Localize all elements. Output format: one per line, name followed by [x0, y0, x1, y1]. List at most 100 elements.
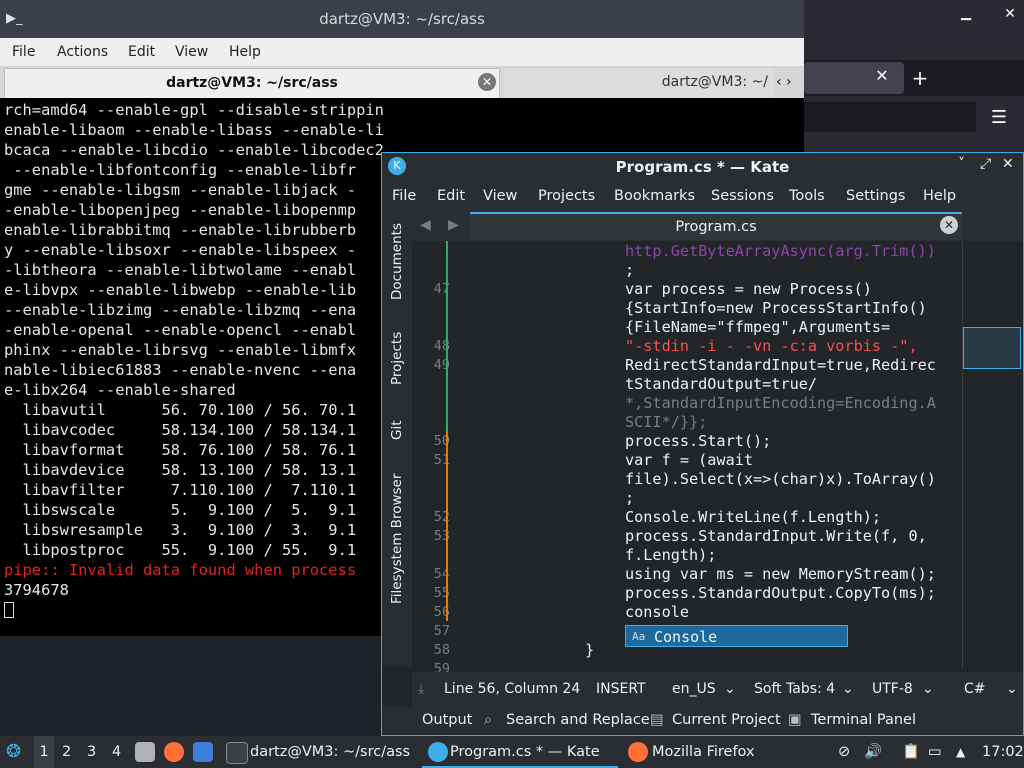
- autocomplete-item[interactable]: Console: [654, 626, 717, 648]
- terminal-line: enable-libaom --enable-libass --enable-l…: [4, 121, 384, 139]
- firefox-urlbar[interactable]: [804, 102, 976, 132]
- download-icon[interactable]: ⤓: [418, 672, 424, 706]
- menu-view[interactable]: View: [175, 38, 208, 66]
- close-tab-icon[interactable]: ✕: [940, 216, 958, 234]
- volume-icon[interactable]: 🔊: [864, 736, 882, 768]
- desktop-1[interactable]: 1: [34, 736, 54, 768]
- encoding-selector[interactable]: UTF-8: [872, 672, 913, 706]
- terminal-tab-1[interactable]: dartz@VM3: ~/src/ass: [4, 68, 500, 98]
- search-icon: ⌕: [484, 712, 493, 728]
- line-number: 54: [433, 566, 450, 582]
- desktop-3[interactable]: 3: [87, 736, 96, 768]
- tab-scroll-arrows-icon[interactable]: ‹ ›: [776, 70, 802, 94]
- menu-help[interactable]: Help: [923, 181, 956, 211]
- menu-file[interactable]: File: [392, 181, 416, 211]
- git-added-marker: [446, 241, 448, 431]
- terminal-line: libavdevice 58. 13.100 / 58. 13.1: [4, 461, 357, 479]
- terminal-output[interactable]: rch=amd64 --enable-gpl --disable-strippi…: [4, 100, 384, 630]
- menu-bookmarks[interactable]: Bookmarks: [614, 181, 695, 211]
- menu-projects[interactable]: Projects: [538, 181, 595, 211]
- clock[interactable]: 17:02: [982, 736, 1024, 768]
- sidebar-tab-git[interactable]: Git: [382, 415, 412, 445]
- close-icon[interactable]: ✕: [1002, 156, 1014, 172]
- chevron-down-icon[interactable]: ⌄: [842, 672, 854, 706]
- menu-tools[interactable]: Tools: [789, 181, 825, 211]
- syntax-selector[interactable]: C#: [964, 672, 986, 706]
- code-line: using var ms = new MemoryStream();: [625, 565, 936, 583]
- code-line-current[interactable]: console: [625, 603, 960, 622]
- dictionary-selector[interactable]: en_US: [672, 672, 716, 706]
- toolview-search-replace[interactable]: Search and Replace: [506, 706, 650, 734]
- chevron-down-icon[interactable]: ⌄: [1006, 672, 1018, 706]
- close-tab-icon[interactable]: ✕: [872, 66, 892, 86]
- menu-edit[interactable]: Edit: [437, 181, 465, 211]
- desktop-4[interactable]: 4: [112, 736, 121, 768]
- kate-tab-program-cs[interactable]: Program.cs: [470, 212, 962, 240]
- git-modified-marker: [446, 431, 448, 621]
- autocomplete-popup[interactable]: Aa Console: [625, 625, 848, 647]
- terminal-icon: ▶_: [6, 11, 23, 26]
- sidebar-tab-documents[interactable]: Documents: [382, 217, 412, 307]
- indentation-selector[interactable]: Soft Tabs: 4: [754, 672, 835, 706]
- hamburger-menu-icon[interactable]: ☰: [988, 108, 1010, 128]
- line-number: 52: [433, 509, 450, 525]
- cursor-position[interactable]: Line 56, Column 24: [444, 672, 580, 706]
- line-number: 55: [433, 585, 450, 601]
- show-desktop-icon[interactable]: [193, 742, 213, 762]
- arrow-right-icon[interactable]: ▶: [448, 217, 459, 233]
- task-terminal[interactable]: dartz@VM3: ~/src/ass: [250, 736, 410, 768]
- network-icon[interactable]: ▭: [928, 736, 942, 768]
- menu-view[interactable]: View: [483, 181, 517, 211]
- toolview-terminal-panel[interactable]: Terminal Panel: [811, 706, 916, 734]
- close-tab-icon[interactable]: ✕: [478, 73, 496, 91]
- code-line: process.StandardOutput.CopyTo(ms);: [625, 584, 936, 602]
- terminal-tab-2[interactable]: dartz@VM3: ~/: [504, 68, 774, 98]
- kate-toolview-bar: Output ⌕ Search and Replace ▤ Current Pr…: [382, 706, 1023, 734]
- chevron-down-icon[interactable]: ⌄: [724, 672, 736, 706]
- clipboard-icon[interactable]: 📋: [902, 736, 920, 768]
- terminal-cursor: [4, 602, 14, 618]
- terminal-error-line: pipe:: Invalid data found when process: [4, 561, 357, 579]
- kate-statusbar: ⤓ Line 56, Column 24 INSERT en_US ⌄ Soft…: [412, 672, 1023, 706]
- arrow-left-icon[interactable]: ◀: [420, 217, 431, 233]
- app-launcher-icon[interactable]: ❂: [6, 736, 21, 768]
- task-firefox[interactable]: Mozilla Firefox: [652, 736, 755, 768]
- line-number: 53: [433, 528, 450, 544]
- terminal-line: e-libvpx --enable-libwebp --enable-lib: [4, 281, 357, 299]
- minimize-icon[interactable]: ▁: [956, 6, 976, 26]
- close-icon[interactable]: ✕: [1000, 6, 1020, 26]
- minimap-viewport[interactable]: [963, 327, 1021, 369]
- menu-edit[interactable]: Edit: [128, 38, 155, 66]
- file-manager-icon[interactable]: [135, 742, 155, 762]
- sidebar-tab-filesystem[interactable]: Filesystem Browser: [382, 469, 412, 609]
- terminal-menubar: File Actions Edit View Help: [0, 38, 804, 66]
- firefox-icon[interactable]: [164, 742, 184, 762]
- input-mode[interactable]: INSERT: [596, 672, 646, 706]
- tray-expand-icon[interactable]: ▲: [956, 736, 965, 768]
- code-line: process.Start();: [625, 432, 772, 450]
- menu-settings[interactable]: Settings: [846, 181, 905, 211]
- chevron-down-icon[interactable]: ⌄: [922, 672, 934, 706]
- maximize-icon[interactable]: ⤢: [980, 156, 991, 172]
- new-tab-icon[interactable]: +: [908, 66, 932, 90]
- code-line: }: [585, 641, 595, 659]
- terminal-title: dartz@VM3: ~/src/ass: [0, 0, 804, 38]
- minimize-icon[interactable]: ˅: [958, 156, 965, 172]
- menu-help[interactable]: Help: [229, 38, 261, 66]
- sidebar-tab-projects[interactable]: Projects: [382, 323, 412, 393]
- code-line: Console.WriteLine(f.Length);: [625, 508, 882, 526]
- text-completion-icon: Aa: [632, 630, 646, 643]
- menu-actions[interactable]: Actions: [57, 38, 108, 66]
- minimap[interactable]: [962, 241, 1021, 669]
- notifications-icon[interactable]: ⊘: [838, 736, 850, 768]
- menu-file[interactable]: File: [12, 38, 35, 66]
- terminal-line: enable-librabbitmq --enable-librubberb: [4, 221, 357, 239]
- terminal-line: e-libx264 --enable-shared: [4, 381, 236, 399]
- toolview-current-project[interactable]: Current Project: [672, 706, 781, 734]
- menu-sessions[interactable]: Sessions: [711, 181, 774, 211]
- terminal-line: libavfilter 7.110.100 / 7.110.1: [4, 481, 357, 499]
- line-number: 51: [433, 452, 450, 468]
- desktop-2[interactable]: 2: [62, 736, 71, 768]
- toolview-output[interactable]: Output: [422, 706, 472, 734]
- task-kate[interactable]: Program.cs * — Kate: [450, 736, 600, 768]
